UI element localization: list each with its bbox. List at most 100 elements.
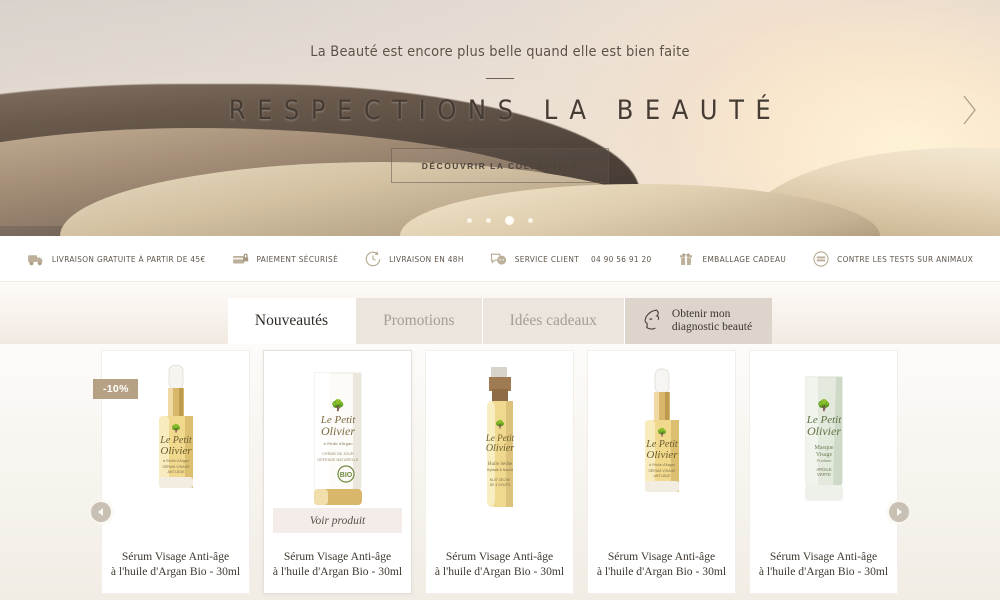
tab-diagnostic-beaute[interactable]: Obtenir mon diagnostic beauté xyxy=(624,298,773,344)
chevron-left-icon[interactable] xyxy=(18,92,44,128)
svg-text:SÉRUM VISAGE: SÉRUM VISAGE xyxy=(648,468,676,473)
product-image: 🌳 Le Petit Olivier Masque Visage Purifia… xyxy=(750,351,897,537)
svg-text:Masque: Masque xyxy=(814,445,833,451)
mask-tube-green-image: 🌳 Le Petit Olivier Masque Visage Purifia… xyxy=(804,376,843,501)
hero-subtitle: La Beauté est encore plus belle quand el… xyxy=(310,44,690,60)
svg-text:DÉFENSE NATURELLE: DÉFENSE NATURELLE xyxy=(317,457,359,462)
service-item-label: PAIEMENT SÉCURISÉ xyxy=(256,253,339,264)
product-name-line-2: à l'huile d'Argan Bio - 30ml xyxy=(758,564,889,578)
svg-text:ANTI-ÂGE: ANTI-ÂGE xyxy=(167,470,185,474)
category-tab-band: Nouveautés Promotions Idées cadeaux Obte… xyxy=(0,282,1000,344)
spray-bottle-gold-image: 🌳 Le Petit Olivier Huile Sèche Hydrate &… xyxy=(484,367,514,507)
hero-dot[interactable] xyxy=(486,218,491,223)
svg-text:🌳: 🌳 xyxy=(817,398,831,412)
svg-text:🌳: 🌳 xyxy=(657,427,667,437)
hero-dot-active[interactable] xyxy=(505,216,514,225)
svg-text:ANTI-ÂGE: ANTI-ÂGE xyxy=(653,474,671,478)
product-card[interactable]: 🌳 Le Petit Olivier Masque Visage Purifia… xyxy=(749,350,898,594)
svg-text:à l'Huile d'Argan: à l'Huile d'Argan xyxy=(323,441,352,446)
product-name-line-2: à l'huile d'Argan Bio - 30ml xyxy=(596,564,727,578)
svg-text:CRÈME DE JOUR: CRÈME DE JOUR xyxy=(322,451,354,456)
voir-produit-button[interactable]: Voir produit xyxy=(273,508,402,533)
diagnostic-line-2: diagnostic beauté xyxy=(671,321,753,333)
hero-carousel-dots xyxy=(0,216,1000,225)
product-name: Sérum Visage Anti-âge à l'huile d'Argan … xyxy=(750,537,897,579)
diagnostic-label: Obtenir mon diagnostic beauté xyxy=(672,308,752,335)
service-item-emballage-cadeau[interactable]: EMBALLAGE CADEAU xyxy=(664,250,799,268)
hero-banner: La Beauté est encore plus belle quand el… xyxy=(0,0,1000,236)
svg-text:VERTE: VERTE xyxy=(817,472,831,477)
hero-dot[interactable] xyxy=(528,218,533,223)
service-item-label: SERVICE CLIENT xyxy=(514,253,580,264)
svg-text:Olivier: Olivier xyxy=(646,449,678,461)
product-image: 🌳 Le Petit Olivier à l'Huile d'Argan SÉR… xyxy=(588,351,735,537)
product-name: Sérum Visage Anti-âge à l'huile d'Argan … xyxy=(264,537,411,579)
product-card[interactable]: 🌳 Le Petit Olivier Huile Sèche Hydrate &… xyxy=(425,350,574,594)
product-carousel: -10% Le Petit Olivier 🌳 à l'Huile d'Arga… xyxy=(0,344,1000,600)
product-card[interactable]: -10% Le Petit Olivier 🌳 à l'Huile d'Arga… xyxy=(93,350,250,594)
svg-text:🌳: 🌳 xyxy=(495,419,505,429)
service-bar: LIVRAISON GRATUITE À PARTIR DE 45€ PAIEM… xyxy=(0,236,1000,282)
service-item-service-client[interactable]: SERVICE CLIENT 04 90 56 91 20 xyxy=(477,250,665,268)
product-name: Sérum Visage Anti-âge à l'huile d'Argan … xyxy=(588,537,735,579)
gift-icon xyxy=(677,250,695,268)
tab-idees-cadeaux[interactable]: Idées cadeaux xyxy=(482,298,625,344)
svg-text:Purifiant: Purifiant xyxy=(816,458,832,463)
product-name-line-2: à l'huile d'Argan Bio - 30ml xyxy=(272,564,403,578)
svg-text:🌳: 🌳 xyxy=(331,398,345,412)
svg-text:Olivier: Olivier xyxy=(807,424,841,438)
service-item-label: EMBALLAGE CADEAU xyxy=(702,253,787,264)
service-item-paiement-securise[interactable]: PAIEMENT SÉCURISÉ xyxy=(219,250,352,268)
product-name: Sérum Visage Anti-âge à l'huile d'Argan … xyxy=(426,537,573,579)
product-image: 🌳 Le Petit Olivier Huile Sèche Hydrate &… xyxy=(426,351,573,537)
svg-text:NUIT SÈCHE: NUIT SÈCHE xyxy=(489,477,510,482)
chat-support-icon xyxy=(490,250,508,268)
dropper-bottle-gold-image: Le Petit Olivier 🌳 à l'Huile d'Argan SÉR… xyxy=(158,364,193,488)
svg-text:Le Petit: Le Petit xyxy=(484,433,514,443)
product-card[interactable]: 🌳 Le Petit Olivier à l'Huile d'Argan SÉR… xyxy=(587,350,736,594)
hero-dot[interactable] xyxy=(467,218,472,223)
card-lock-icon xyxy=(232,250,250,268)
product-name-line-1: Sérum Visage Anti-âge xyxy=(445,550,554,563)
svg-text:Hydrate & Nourrit: Hydrate & Nourrit xyxy=(486,468,512,472)
service-item-contre-tests-animaux[interactable]: CONTRE LES TESTS SUR ANIMAUX xyxy=(799,250,986,268)
product-list: -10% Le Petit Olivier 🌳 à l'Huile d'Arga… xyxy=(0,344,1000,594)
category-tabs: Nouveautés Promotions Idées cadeaux Obte… xyxy=(227,298,773,344)
svg-text:🌳: 🌳 xyxy=(171,423,181,433)
service-item-livraison-48h[interactable]: LIVRAISON EN 48H xyxy=(351,250,477,268)
svg-text:Olivier: Olivier xyxy=(485,443,513,454)
carousel-next-icon[interactable] xyxy=(889,502,909,522)
service-item-label: LIVRAISON EN 48H xyxy=(389,253,464,264)
svg-text:Huile Sèche: Huile Sèche xyxy=(487,462,512,467)
product-image: 🌳 Le Petit Olivier à l'Huile d'Argan CRÈ… xyxy=(264,351,411,537)
service-item-label: CONTRE LES TESTS SUR ANIMAUX xyxy=(837,253,974,264)
face-profile-icon xyxy=(641,308,663,334)
product-name-line-1: Sérum Visage Anti-âge xyxy=(607,550,716,563)
product-name-line-1: Sérum Visage Anti-âge xyxy=(769,550,878,563)
discount-badge: -10% xyxy=(93,379,138,399)
tab-promotions[interactable]: Promotions xyxy=(356,298,483,344)
hero-divider xyxy=(486,78,514,79)
truck-icon xyxy=(27,250,45,268)
diagnostic-line-1: Obtenir mon xyxy=(671,307,731,320)
service-item-livraison-gratuite[interactable]: LIVRAISON GRATUITE À PARTIR DE 45€ xyxy=(14,250,219,268)
page-root: La Beauté est encore plus belle quand el… xyxy=(0,0,1000,600)
svg-text:BIO: BIO xyxy=(339,472,352,479)
svg-text:DE 4 GOÛTS: DE 4 GOÛTS xyxy=(489,482,510,487)
product-card[interactable]: 🌳 Le Petit Olivier à l'Huile d'Argan CRÈ… xyxy=(263,350,412,594)
svg-text:Olivier: Olivier xyxy=(160,445,192,457)
tab-nouveautes[interactable]: Nouveautés xyxy=(227,298,357,344)
service-phone-number: 04 90 56 91 20 xyxy=(591,253,652,264)
discover-collection-button[interactable]: DÉCOUVRIR LA COLLECTION xyxy=(390,148,610,183)
product-name-line-1: Sérum Visage Anti-âge xyxy=(283,550,392,563)
hero-title: RESPECTIONS LA BEAUTÉ xyxy=(228,95,783,126)
carousel-prev-icon[interactable] xyxy=(91,502,111,522)
svg-text:SÉRUM VISAGE: SÉRUM VISAGE xyxy=(162,464,190,469)
cruelty-free-stamp-icon xyxy=(812,250,830,268)
chevron-right-icon[interactable] xyxy=(956,92,982,128)
clock-icon xyxy=(364,250,382,268)
svg-text:Olivier: Olivier xyxy=(321,424,355,438)
product-name-line-2: à l'huile d'Argan Bio - 30ml xyxy=(434,564,565,578)
product-name-line-1: Sérum Visage Anti-âge xyxy=(121,550,230,563)
hero-content: La Beauté est encore plus belle quand el… xyxy=(0,0,1000,183)
